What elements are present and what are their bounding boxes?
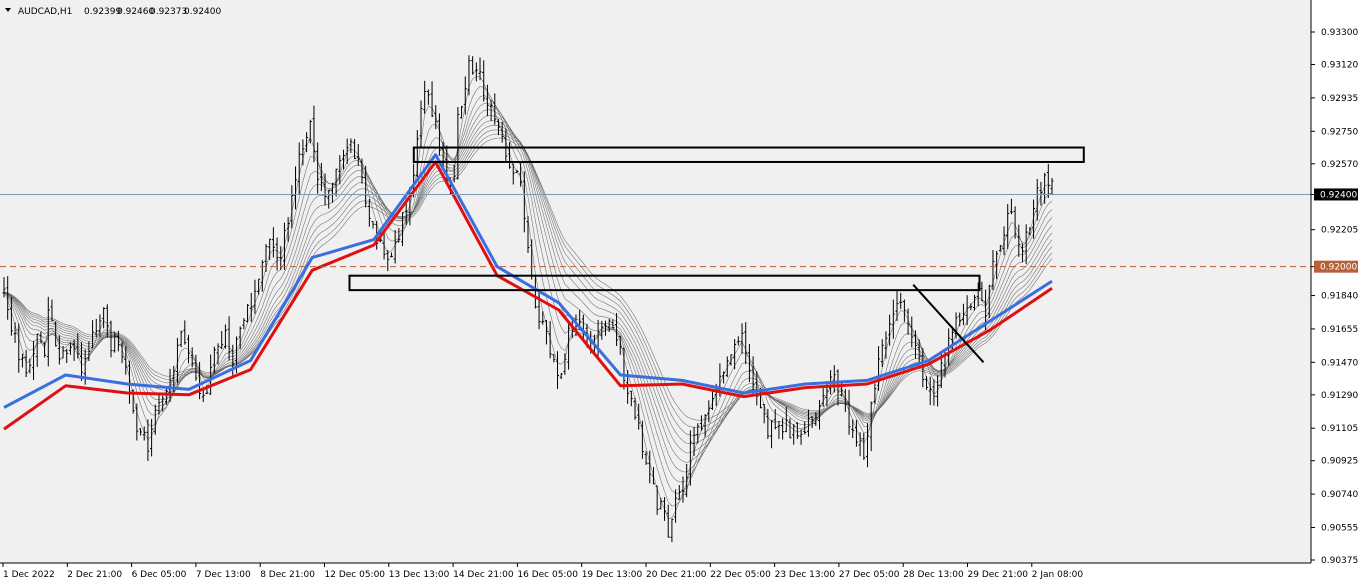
current-price-label: 0.92400 [1320,190,1357,200]
time-label: 13 Dec 13:00 [389,570,450,580]
price-label: 0.92570 [1321,160,1358,170]
time-label: 20 Dec 21:00 [646,570,707,580]
time-label: 1 Dec 2022 [3,570,55,580]
header-low: 0.92373 [150,7,187,17]
price-label: 0.91105 [1321,424,1358,434]
symbol-header[interactable]: AUDCAD,H1 0.92399 0.92460 0.92373 0.9240… [5,7,221,17]
time-label: 6 Dec 05:00 [132,570,187,580]
price-label: 0.91290 [1321,391,1358,401]
chart-window[interactable]: 0.93300 0.93120 0.92935 0.92750 0.92570 0.924… [0,0,1362,584]
price-label: 0.93120 [1321,60,1358,70]
price-axis-panel [1311,0,1362,563]
time-label: 8 Dec 21:00 [260,570,315,580]
price-label: 0.92205 [1321,226,1358,236]
time-label: 14 Dec 21:00 [453,570,514,580]
time-label: 19 Dec 13:00 [582,570,643,580]
time-label: 22 Dec 05:00 [710,570,771,580]
time-label: 7 Dec 13:00 [196,570,251,580]
price-label: 0.92750 [1321,127,1358,137]
time-label: 16 Dec 05:00 [517,570,578,580]
price-label: 0.92935 [1321,94,1358,104]
header-open: 0.92399 [84,7,121,17]
header-high: 0.92460 [117,7,154,17]
price-label: 0.90555 [1321,524,1358,534]
price-label: 0.90925 [1321,457,1358,467]
time-label: 2 Jan 08:00 [1032,570,1084,580]
price-label: 0.93300 [1321,28,1358,38]
price-label: 0.91655 [1321,325,1358,335]
time-label: 2 Dec 21:00 [67,570,122,580]
level-price-label: 0.92000 [1320,263,1357,273]
price-label: 0.90740 [1321,490,1358,500]
time-label: 12 Dec 05:00 [325,570,386,580]
header-symbol: AUDCAD,H1 [18,7,72,17]
header-close: 0.92400 [184,7,221,17]
time-label: 27 Dec 05:00 [839,570,900,580]
time-label: 29 Dec 21:00 [968,570,1029,580]
price-label: 0.91840 [1321,292,1358,302]
price-label: 0.91470 [1321,358,1358,368]
time-label: 23 Dec 13:00 [775,570,836,580]
price-label: 0.90375 [1321,556,1358,566]
plot-area[interactable] [0,0,1311,563]
time-label: 28 Dec 13:00 [903,570,964,580]
